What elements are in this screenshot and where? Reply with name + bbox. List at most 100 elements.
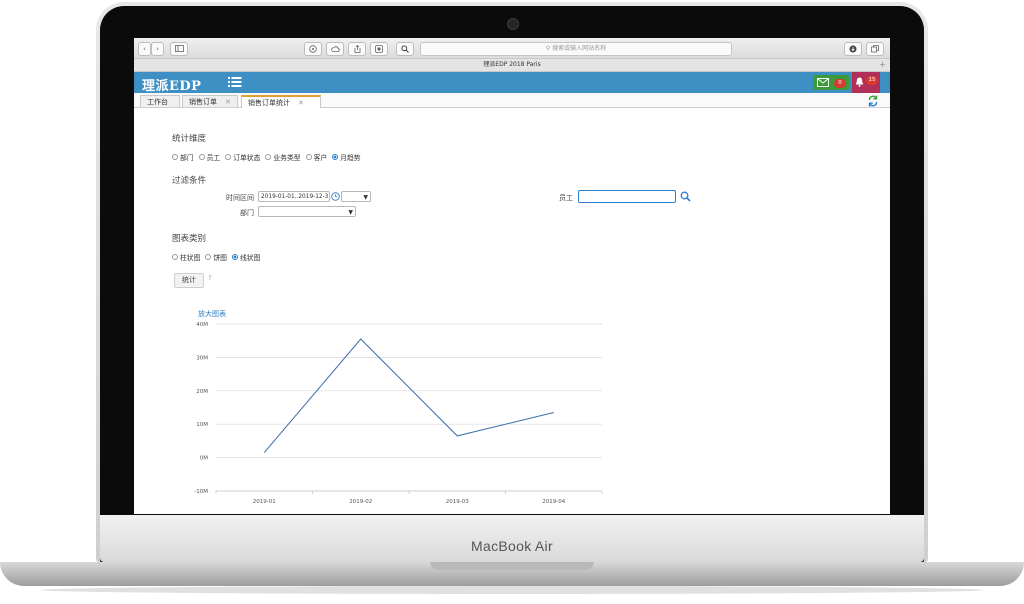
time-range-select[interactable]: ▼: [341, 191, 371, 202]
series-line: [263, 338, 554, 453]
notification-count-badge: 15: [866, 76, 878, 85]
app-logo[interactable]: 理派EDP: [142, 75, 201, 94]
radio-label: 员工: [206, 154, 221, 162]
close-icon[interactable]: ✕: [298, 99, 304, 107]
radio-button[interactable]: [172, 154, 178, 160]
icloud-button[interactable]: [326, 42, 344, 56]
y-tick-label: 10M: [196, 422, 208, 428]
magnifier-icon: [401, 45, 409, 53]
search-icon[interactable]: [680, 191, 691, 202]
y-tick-label: 20M: [196, 389, 208, 395]
employee-label: 员工: [559, 194, 573, 202]
x-tick-label: 2019-04: [542, 499, 565, 505]
app-header: 理派EDP 0 15: [134, 72, 890, 94]
laptop-shadow: [40, 586, 984, 594]
webcam: [507, 18, 519, 30]
radio-label: 饼图: [213, 254, 227, 262]
radio-button[interactable]: [172, 254, 178, 260]
record-icon: [375, 45, 383, 53]
brand-label: MacBook Air: [471, 538, 553, 554]
screen: ‹ › ⚲ 搜索或输入网站名称 理派EDP 2018 Paris + 理派EDP…: [134, 38, 890, 514]
tab-sales-order-stats[interactable]: 销售订单统计 ✕: [241, 95, 321, 108]
radio-option-employee[interactable]: 员工: [198, 152, 221, 162]
tabs-icon: [871, 45, 879, 53]
radio-option-line[interactable]: 线状图: [231, 252, 261, 262]
back-button[interactable]: ‹: [138, 42, 151, 56]
filter-title: 过滤条件: [172, 176, 207, 186]
tab-sales-order[interactable]: 销售订单 ✕: [182, 95, 238, 107]
radio-label: 月趋势: [340, 154, 361, 162]
envelope-icon: [817, 78, 829, 87]
department-select[interactable]: ▼: [258, 206, 356, 217]
find-button[interactable]: [396, 42, 414, 56]
share-button[interactable]: [348, 42, 366, 56]
radio-label: 客户: [313, 154, 328, 162]
radio-label: 线状图: [239, 254, 261, 262]
laptop-notch: [430, 562, 594, 570]
mail-count-badge: 0: [834, 79, 846, 88]
window-title: 理派EDP 2018 Paris: [483, 61, 541, 68]
radio-option-order-status[interactable]: 订单状态: [225, 152, 260, 162]
radio-option-bar[interactable]: 柱状图: [172, 252, 200, 262]
chevron-down-icon: ▼: [348, 209, 353, 216]
radio-button[interactable]: [265, 154, 272, 160]
statistics-button[interactable]: 统计: [174, 273, 204, 288]
notification-button[interactable]: 15: [852, 72, 880, 93]
y-tick-label: 40M: [196, 322, 208, 328]
radio-button[interactable]: [198, 154, 205, 160]
department-label: 部门: [240, 209, 254, 217]
x-tick-label: 2019-03: [446, 499, 469, 505]
chevron-down-icon: ▼: [363, 194, 368, 201]
radio-label: 业务类型: [273, 154, 301, 162]
tab-label: 工作台: [147, 98, 168, 106]
chart-type-title: 图表类别: [172, 234, 207, 244]
tabs-overview-button[interactable]: [866, 42, 884, 56]
radio-option-customer[interactable]: 客户: [305, 152, 328, 162]
radio-button-selected[interactable]: [231, 254, 238, 260]
x-tick-label: 2019-01: [253, 499, 276, 505]
share-icon: [354, 44, 360, 53]
browser-toolbar: ‹ › ⚲ 搜索或输入网站名称: [134, 38, 890, 59]
time-range-input[interactable]: 2019-01-01..2019-12-31: [258, 191, 330, 202]
radio-button[interactable]: [205, 254, 212, 260]
close-icon[interactable]: ✕: [225, 98, 231, 106]
x-tick-label: 2019-02: [349, 499, 372, 505]
tab-label: 销售订单统计: [248, 99, 290, 107]
radio-button[interactable]: [225, 154, 232, 160]
clock-icon[interactable]: [331, 192, 340, 201]
bell-icon: [855, 77, 864, 87]
radio-option-department[interactable]: 部门: [172, 152, 194, 162]
new-tab-button[interactable]: +: [879, 59, 886, 71]
radio-option-monthly-trend[interactable]: 月趋势: [332, 152, 361, 162]
browser-tab-title[interactable]: 理派EDP 2018 Paris +: [134, 59, 890, 72]
radio-label: 柱状图: [180, 254, 201, 262]
sidebar-button[interactable]: [170, 42, 188, 56]
address-placeholder: 搜索或输入网站名称: [552, 45, 607, 52]
cloud-icon: [330, 46, 340, 52]
download-icon: [849, 45, 857, 53]
radio-label: 部门: [180, 154, 194, 162]
radio-button[interactable]: [305, 154, 312, 160]
time-range-label: 时间区间: [226, 194, 254, 202]
tab-workbench[interactable]: 工作台: [140, 95, 180, 107]
forward-button[interactable]: ›: [151, 42, 164, 56]
screenshot-button[interactable]: [370, 42, 388, 56]
address-bar[interactable]: ⚲ 搜索或输入网站名称: [420, 42, 732, 56]
radio-label: 订单状态: [233, 154, 261, 162]
dimension-title: 统计维度: [172, 134, 207, 144]
employee-input[interactable]: [578, 190, 676, 203]
y-tick-label: 0M: [200, 456, 208, 462]
sidebar-icon: [174, 45, 184, 52]
privacy-button[interactable]: [304, 42, 322, 56]
compass-icon: [309, 45, 317, 53]
help-icon[interactable]: ?: [208, 274, 212, 282]
mail-button[interactable]: 0: [813, 75, 849, 90]
menu-icon[interactable]: [228, 76, 242, 88]
refresh-icon[interactable]: [868, 95, 878, 107]
radio-option-business-type[interactable]: 业务类型: [265, 152, 301, 162]
tab-label: 销售订单: [189, 98, 217, 106]
y-tick-label: 30M: [196, 355, 208, 361]
downloads-button[interactable]: [844, 42, 862, 56]
radio-button-selected[interactable]: [332, 154, 339, 160]
radio-option-pie[interactable]: 饼图: [205, 252, 227, 262]
